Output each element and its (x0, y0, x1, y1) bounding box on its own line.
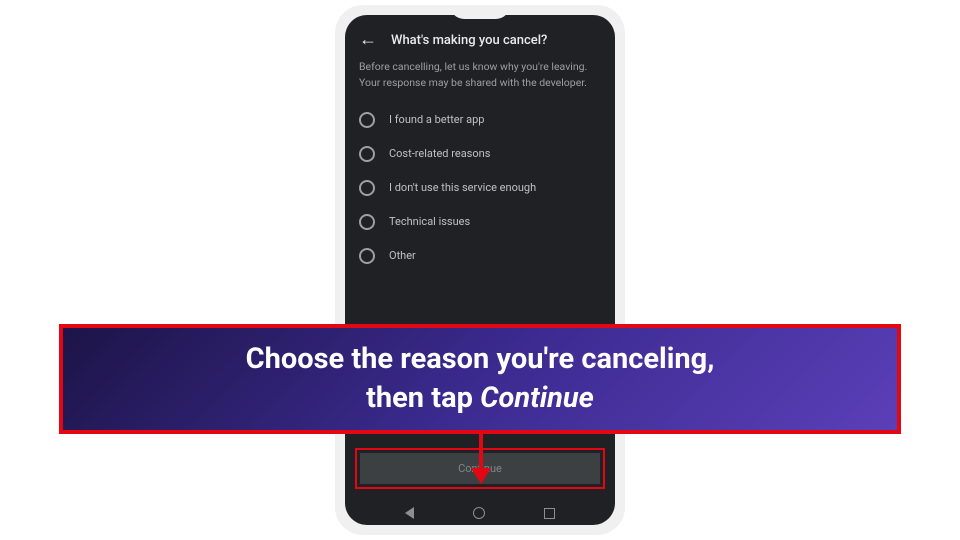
instruction-callout: Choose the reason you're canceling, then… (59, 324, 901, 434)
radio-icon (359, 180, 375, 196)
radio-icon (359, 146, 375, 162)
nav-recent-icon[interactable] (544, 508, 555, 519)
nav-back-icon[interactable] (405, 507, 414, 519)
description-text: Before cancelling, let us know why you'r… (345, 59, 615, 103)
callout-line1: Choose the reason you're canceling, (246, 342, 715, 376)
header: ← What's making you cancel? (345, 15, 615, 59)
radio-icon (359, 214, 375, 230)
option-label: Cost-related reasons (389, 147, 490, 160)
system-navbar (345, 499, 615, 525)
option-row[interactable]: Technical issues (359, 205, 601, 239)
phone-notch (450, 5, 510, 19)
options-list: I found a better app Cost-related reason… (345, 103, 615, 273)
option-label: Technical issues (389, 215, 470, 228)
radio-icon (359, 248, 375, 264)
option-row[interactable]: I don't use this service enough (359, 171, 601, 205)
callout-line2-prefix: then tap (366, 381, 480, 415)
back-arrow-icon[interactable]: ← (359, 31, 377, 49)
option-label: I found a better app (389, 113, 484, 126)
option-row[interactable]: Other (359, 239, 601, 273)
option-label: Other (389, 249, 416, 262)
option-row[interactable]: I found a better app (359, 103, 601, 137)
callout-line2-em: Continue (480, 381, 594, 415)
annotation-arrow-icon (475, 434, 487, 484)
nav-home-icon[interactable] (473, 507, 485, 519)
radio-icon (359, 112, 375, 128)
option-label: I don't use this service enough (389, 181, 536, 194)
option-row[interactable]: Cost-related reasons (359, 137, 601, 171)
page-title: What's making you cancel? (391, 33, 547, 48)
